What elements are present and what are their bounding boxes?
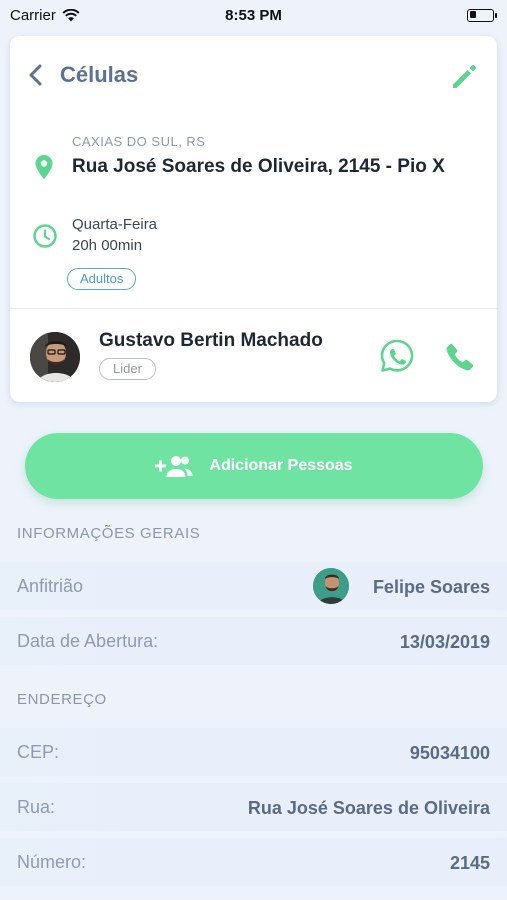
host-label: Anfitrião bbox=[17, 576, 84, 596]
card-header: Células bbox=[10, 36, 497, 116]
add-people-icon bbox=[155, 456, 193, 477]
location-pin-icon bbox=[35, 155, 53, 179]
add-people-label: Adicionar Pessoas bbox=[209, 457, 353, 474]
whatsapp-icon[interactable] bbox=[379, 338, 415, 374]
leader-avatar bbox=[30, 332, 80, 382]
info-row-street: Rua: Rua José Soares de Oliveira bbox=[0, 783, 507, 831]
section-title-address: ENDEREÇO bbox=[17, 691, 107, 708]
host-avatar-image bbox=[313, 568, 349, 604]
host-value: Felipe Soares bbox=[372, 577, 490, 597]
opening-date-value: 13/03/2019 bbox=[399, 632, 490, 652]
section-title-general: INFORMAÇÕES GERAIS bbox=[17, 525, 201, 542]
audience-badge: Adultos bbox=[67, 268, 137, 290]
street-label: Rua: bbox=[17, 797, 56, 817]
meeting-weekday: Quarta-Feira bbox=[72, 216, 158, 233]
number-label: Número: bbox=[17, 852, 87, 872]
host-avatar bbox=[313, 568, 349, 604]
leader-avatar-image bbox=[30, 332, 80, 382]
add-people-button[interactable]: Adicionar Pessoas bbox=[25, 433, 483, 499]
info-row-number: Número: 2145 bbox=[0, 838, 507, 886]
opening-date-label: Data de Abertura: bbox=[17, 631, 159, 651]
divider bbox=[10, 308, 497, 309]
status-bar-left: Carrier bbox=[10, 7, 80, 24]
status-bar: Carrier 8:53 PM bbox=[0, 0, 507, 30]
phone-icon[interactable] bbox=[444, 341, 476, 373]
pencil-icon[interactable] bbox=[449, 60, 481, 92]
street-value: Rua José Soares de Oliveira bbox=[247, 798, 490, 818]
leader-name: Gustavo Bertin Machado bbox=[99, 330, 323, 351]
meeting-hour: 20h 00min bbox=[72, 237, 143, 254]
page-title: Células bbox=[60, 62, 139, 87]
wifi-icon bbox=[62, 8, 80, 21]
info-row-opening: Data de Abertura: 13/03/2019 bbox=[0, 617, 507, 665]
carrier-label: Carrier bbox=[10, 6, 56, 24]
clock-icon bbox=[33, 224, 57, 248]
battery-fill bbox=[469, 11, 476, 18]
info-row-host: Anfitrião Felipe Soares bbox=[0, 562, 507, 610]
leader-role-badge: Lider bbox=[99, 358, 156, 380]
cell-card: Células CAXIAS DO SUL, RS Rua José Soare… bbox=[10, 36, 497, 402]
street-address: Rua José Soares de Oliveira, 2145 - Pio … bbox=[72, 156, 445, 177]
city-label: CAXIAS DO SUL, RS bbox=[72, 134, 206, 149]
number-value: 2145 bbox=[449, 853, 490, 873]
cep-value: 95034100 bbox=[409, 743, 490, 763]
battery-icon bbox=[467, 8, 497, 22]
cep-label: CEP: bbox=[17, 742, 60, 762]
info-row-cep: CEP: 95034100 bbox=[0, 728, 507, 776]
chevron-left-icon[interactable] bbox=[24, 62, 48, 88]
